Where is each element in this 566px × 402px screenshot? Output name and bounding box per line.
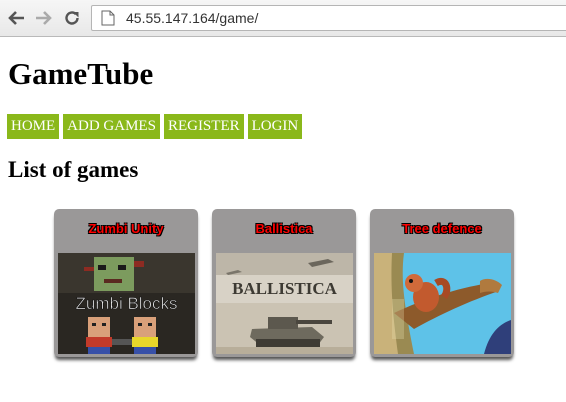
document-icon [101,10,115,26]
reload-icon[interactable] [61,7,83,29]
thumb-logo-text: BALLISTICA [232,279,338,298]
menu-register[interactable]: REGISTER [163,114,244,139]
game-card-tree-defence[interactable]: Tree defence [370,209,514,357]
main-menu: HOME ADD GAMES REGISTER LOGIN [7,114,306,139]
game-title[interactable]: Ballistica [212,221,356,236]
game-thumbnail[interactable] [374,253,511,354]
game-card-ballistica[interactable]: Ballistica BALLISTICA [212,209,356,357]
browser-toolbar: 45.55.147.164/game/ [0,0,566,37]
address-bar[interactable]: 45.55.147.164/game/ [91,5,566,31]
thumb-logo-text: Zumbi Blocks [75,294,177,313]
menu-home[interactable]: HOME [7,114,60,139]
game-thumbnail[interactable]: Zumbi Blocks [58,253,195,354]
menu-login[interactable]: LOGIN [247,114,303,139]
game-title[interactable]: Zumbi Unity [54,221,198,236]
game-card-zumbi-unity[interactable]: Zumbi Unity Zumbi Blocks [54,209,198,357]
section-heading: List of games [8,157,139,182]
back-arrow-icon[interactable] [5,7,27,29]
game-title[interactable]: Tree defence [370,221,514,236]
game-thumbnail[interactable]: BALLISTICA [216,253,353,354]
page-content: GameTube HOME ADD GAMES REGISTER LOGIN L… [0,38,566,402]
forward-arrow-icon[interactable] [33,7,55,29]
site-title: GameTube [8,56,154,91]
menu-add-games[interactable]: ADD GAMES [63,114,160,139]
url-text[interactable]: 45.55.147.164/game/ [126,10,258,26]
